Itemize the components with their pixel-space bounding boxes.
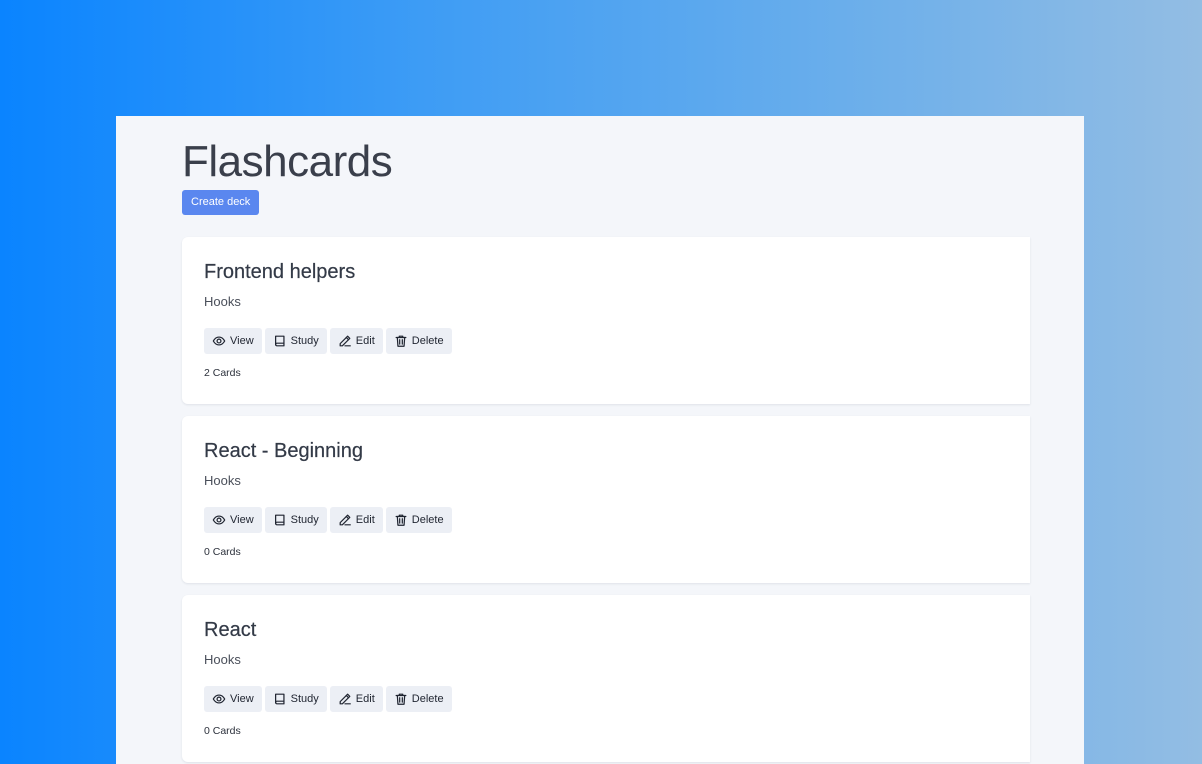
card-count: 2 Cards (204, 367, 241, 379)
deck-description: Hooks (204, 473, 241, 488)
deck-title: Frontend helpers (204, 261, 356, 283)
delete-button[interactable]: Delete (385, 686, 452, 712)
deck-actions: View Study Edit Delete (204, 686, 452, 712)
view-button[interactable]: View (204, 686, 262, 712)
view-button[interactable]: View (204, 507, 262, 533)
edit-label: Edit (355, 335, 375, 347)
study-label: Study (290, 514, 319, 526)
edit-label: Edit (355, 514, 375, 526)
edit-button[interactable]: Edit (329, 328, 383, 354)
delete-label: Delete (411, 693, 444, 705)
deck-actions: View Study Edit Delete (204, 507, 452, 533)
deck-title: React (204, 619, 257, 641)
delete-label: Delete (411, 514, 444, 526)
view-label: View (230, 693, 254, 705)
edit-button[interactable]: Edit (329, 686, 383, 712)
edit-label: Edit (355, 693, 375, 705)
book-icon (273, 513, 287, 527)
card-count: 0 Cards (204, 546, 241, 558)
study-label: Study (290, 335, 319, 347)
card-count: 0 Cards (204, 725, 241, 737)
eye-icon (212, 692, 226, 706)
deck-list: Frontend helpers Hooks View Study Edit D… (182, 237, 1030, 764)
view-button[interactable]: View (204, 328, 262, 354)
deck-title: React - Beginning (204, 440, 363, 462)
delete-button[interactable]: Delete (385, 507, 452, 533)
study-label: Study (290, 693, 319, 705)
deck-card: Frontend helpers Hooks View Study Edit D… (182, 237, 1030, 404)
trash-icon (394, 692, 408, 706)
deck-actions: View Study Edit Delete (204, 328, 452, 354)
delete-label: Delete (411, 335, 444, 347)
view-label: View (230, 514, 254, 526)
book-icon (273, 692, 287, 706)
study-button[interactable]: Study (264, 328, 327, 354)
view-label: View (230, 335, 254, 347)
study-button[interactable]: Study (264, 507, 327, 533)
pencil-icon (338, 513, 352, 527)
trash-icon (394, 334, 408, 348)
deck-description: Hooks (204, 294, 241, 309)
pencil-icon (338, 692, 352, 706)
delete-button[interactable]: Delete (385, 328, 452, 354)
page-title: Flashcards (182, 137, 393, 186)
eye-icon (212, 513, 226, 527)
book-icon (273, 334, 287, 348)
eye-icon (212, 334, 226, 348)
pencil-icon (338, 334, 352, 348)
study-button[interactable]: Study (264, 686, 327, 712)
deck-description: Hooks (204, 652, 241, 667)
deck-card: React - Beginning Hooks View Study Edit … (182, 416, 1030, 583)
deck-card: React Hooks View Study Edit Delete 0 Car… (182, 595, 1030, 762)
app-window: Flashcards Create deck Frontend helpers … (116, 116, 1084, 764)
trash-icon (394, 513, 408, 527)
edit-button[interactable]: Edit (329, 507, 383, 533)
create-deck-button[interactable]: Create deck (182, 190, 260, 215)
